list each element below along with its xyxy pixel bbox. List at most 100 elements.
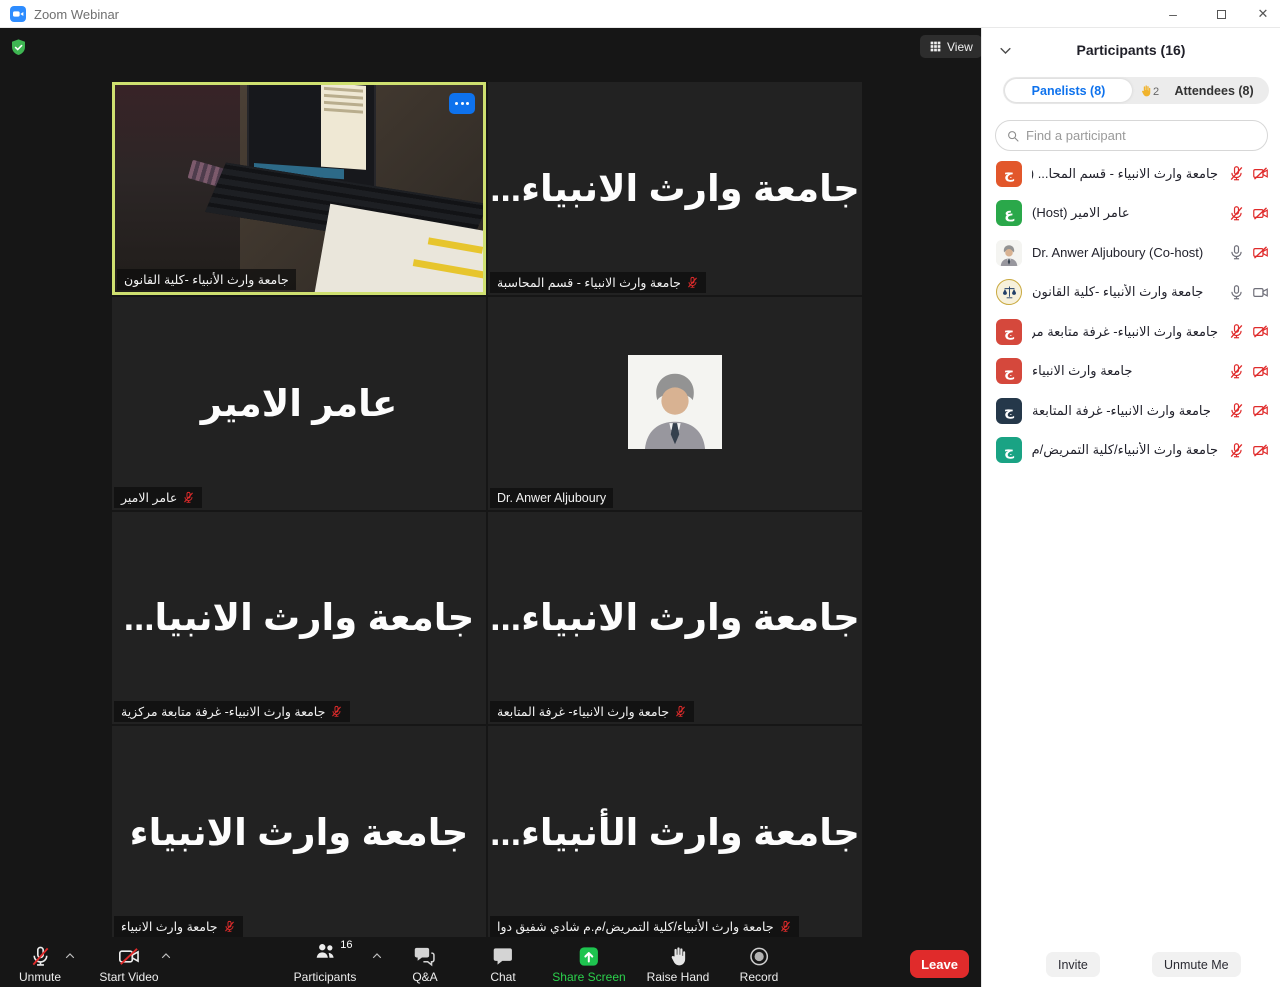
search-input[interactable]: [1026, 128, 1257, 143]
video-off-icon: [1252, 442, 1269, 459]
record-button[interactable]: Record: [740, 945, 779, 984]
participant-row[interactable]: ع عامر الامير (Host): [982, 194, 1280, 234]
chat-label: Chat: [490, 970, 515, 984]
participant-name: جامعة وارث الأنبياء -كلية القانون: [124, 272, 289, 287]
unmute-me-button[interactable]: Unmute Me: [1152, 952, 1241, 977]
raise-hand-label: Raise Hand: [647, 970, 710, 984]
video-tile-central-followup-room[interactable]: جامعة وارث الانبيا... جامعة وارث الانبيا…: [112, 512, 486, 725]
participant-row[interactable]: Dr. Anwer Aljuboury (Co-host): [982, 233, 1280, 273]
video-tile-followup-room[interactable]: جامعة وارث الانبياء... جامعة وارث الانبي…: [488, 512, 862, 725]
participants-icon: [313, 940, 336, 963]
participant-name: جامعة وارث الانبياء: [1032, 363, 1218, 379]
profile-photo: [628, 355, 722, 449]
participant-name-label: عامر الامير: [114, 487, 202, 508]
video-tile-university[interactable]: جامعة وارث الانبياء جامعة وارث الانبياء: [112, 726, 486, 939]
participant-row[interactable]: ج جامعة وارث الانبياء - قسم المحا... (Me…: [982, 154, 1280, 194]
muted-mic-icon: [223, 920, 236, 933]
participant-name: عامر الامير (Host): [1032, 205, 1218, 221]
video-tile-amer-alamir[interactable]: عامر الامير عامر الامير: [112, 297, 486, 510]
video-off-icon: [1252, 323, 1269, 340]
participant-name-label: جامعة وارث الانبياء: [114, 916, 243, 937]
avatar: ج: [996, 319, 1022, 345]
zoom-webinar-window: Zoom Webinar – ✕ View جامعة: [0, 0, 1280, 987]
avatar: ع: [996, 200, 1022, 226]
avatar-logo-scales-icon: [996, 279, 1022, 305]
leave-button[interactable]: Leave: [910, 950, 969, 978]
participant-name: جامعة وارث الانبياء - قسم المحاسبة: [497, 275, 681, 290]
participants-panel-title: Participants (16): [982, 42, 1280, 58]
raise-hand-icon: [666, 945, 689, 968]
muted-mic-icon: [1228, 165, 1245, 182]
avatar: ج: [996, 398, 1022, 424]
participant-row[interactable]: ج جامعة وارث الانبياء- غرفة المتابعة: [982, 391, 1280, 431]
participant-name-label: جامعة وارث الانبياء- غرفة متابعة مركزية: [114, 701, 350, 722]
participant-row[interactable]: ج جامعة وارث الانبياء: [982, 352, 1280, 392]
muted-mic-icon: [686, 276, 699, 289]
title-bar: Zoom Webinar – ✕: [0, 0, 1280, 28]
muted-mic-icon: [29, 945, 52, 968]
tile-display-name: عامر الامير: [112, 297, 486, 510]
participant-name: جامعة وارث الانبياء- غرفة متابعة مركزية: [121, 704, 325, 719]
security-shield-icon[interactable]: [9, 38, 28, 57]
avatar: ج: [996, 437, 1022, 463]
raise-hand-button[interactable]: Raise Hand: [647, 945, 710, 984]
participant-name-label: جامعة وارث الأنبياء/كلية التمريض/م.م شاد…: [490, 916, 799, 937]
start-video-button[interactable]: Start Video: [99, 945, 158, 984]
participant-name-label: جامعة وارث الأنبياء -كلية القانون: [117, 269, 296, 290]
start-video-label: Start Video: [99, 970, 158, 984]
audio-options-chevron[interactable]: [64, 950, 76, 962]
share-screen-button[interactable]: Share Screen: [552, 945, 625, 984]
participant-name-label: Dr. Anwer Aljuboury: [490, 488, 613, 508]
view-button-label: View: [947, 40, 973, 54]
tab-panelists[interactable]: Panelists (8): [1005, 79, 1132, 102]
tile-display-name: جامعة وارث الأنبياء...: [488, 726, 862, 939]
view-button[interactable]: View: [920, 35, 982, 58]
participant-name: جامعة وارث الانبياء- غرفة المتابعة: [1032, 403, 1218, 419]
search-icon: [1006, 129, 1020, 143]
participant-row[interactable]: ج جامعة وارث الانبياء- غرفة متابعة مرك..…: [982, 312, 1280, 352]
muted-mic-icon: [1228, 323, 1245, 340]
participant-row[interactable]: جامعة وارث الأنبياء -كلية القانون: [982, 273, 1280, 313]
avatar: ج: [996, 161, 1022, 187]
share-screen-label: Share Screen: [552, 970, 625, 984]
video-off-icon: [1252, 244, 1269, 261]
chat-icon: [491, 945, 514, 968]
tile-display-name: جامعة وارث الانبياء...: [488, 512, 862, 725]
invite-button[interactable]: Invite: [1046, 952, 1100, 977]
video-tile-dr-anwer[interactable]: Dr. Anwer Aljuboury: [488, 297, 862, 510]
meeting-toolbar: Unmute Start Video 16 Participants Q&A: [0, 937, 981, 987]
avatar-photo: [996, 240, 1022, 266]
participants-panel: Participants (16) Panelists (8) 2 Attend…: [981, 28, 1280, 987]
muted-mic-icon: [1228, 363, 1245, 380]
tile-more-options-button[interactable]: [449, 93, 475, 114]
avatar: ج: [996, 358, 1022, 384]
maximize-button[interactable]: [1206, 0, 1236, 28]
minimize-button[interactable]: –: [1158, 0, 1188, 28]
video-grid: جامعة وارث الأنبياء -كلية القانون جامعة …: [112, 82, 862, 939]
muted-mic-icon: [1228, 442, 1245, 459]
video-tile-accounting-dept[interactable]: جامعة وارث الانبياء... جامعة وارث الانبي…: [488, 82, 862, 295]
video-tile-nursing-college[interactable]: جامعة وارث الأنبياء... جامعة وارث الأنبي…: [488, 726, 862, 939]
video-on-icon: [1252, 284, 1269, 301]
participants-count-badge: 16: [340, 939, 352, 951]
tab-attendees[interactable]: Attendees (8): [1159, 84, 1269, 98]
participant-list: ج جامعة وارث الانبياء - قسم المحا... (Me…: [982, 154, 1280, 470]
muted-mic-icon: [674, 705, 687, 718]
participants-button[interactable]: 16 Participants: [294, 940, 357, 984]
chat-button[interactable]: Chat: [490, 945, 515, 984]
video-options-chevron[interactable]: [160, 950, 172, 962]
record-label: Record: [740, 970, 779, 984]
participant-row[interactable]: ج جامعة وارث الأنبياء/كلية التمريض/م.م..…: [982, 431, 1280, 471]
video-off-icon: [1252, 205, 1269, 222]
close-button[interactable]: ✕: [1248, 0, 1278, 28]
qa-button[interactable]: Q&A: [412, 945, 437, 984]
video-tile-law-college[interactable]: جامعة وارث الأنبياء -كلية القانون: [112, 82, 486, 295]
panel-tabs: Panelists (8) 2 Attendees (8): [1003, 77, 1269, 104]
unmute-button[interactable]: Unmute: [19, 945, 61, 984]
video-off-icon: [1252, 363, 1269, 380]
video-off-icon: [1252, 165, 1269, 182]
participants-label: Participants: [294, 970, 357, 984]
tile-display-name: جامعة وارث الانبياء: [112, 726, 486, 939]
mic-on-icon: [1228, 244, 1245, 261]
participants-options-chevron[interactable]: [371, 950, 383, 962]
